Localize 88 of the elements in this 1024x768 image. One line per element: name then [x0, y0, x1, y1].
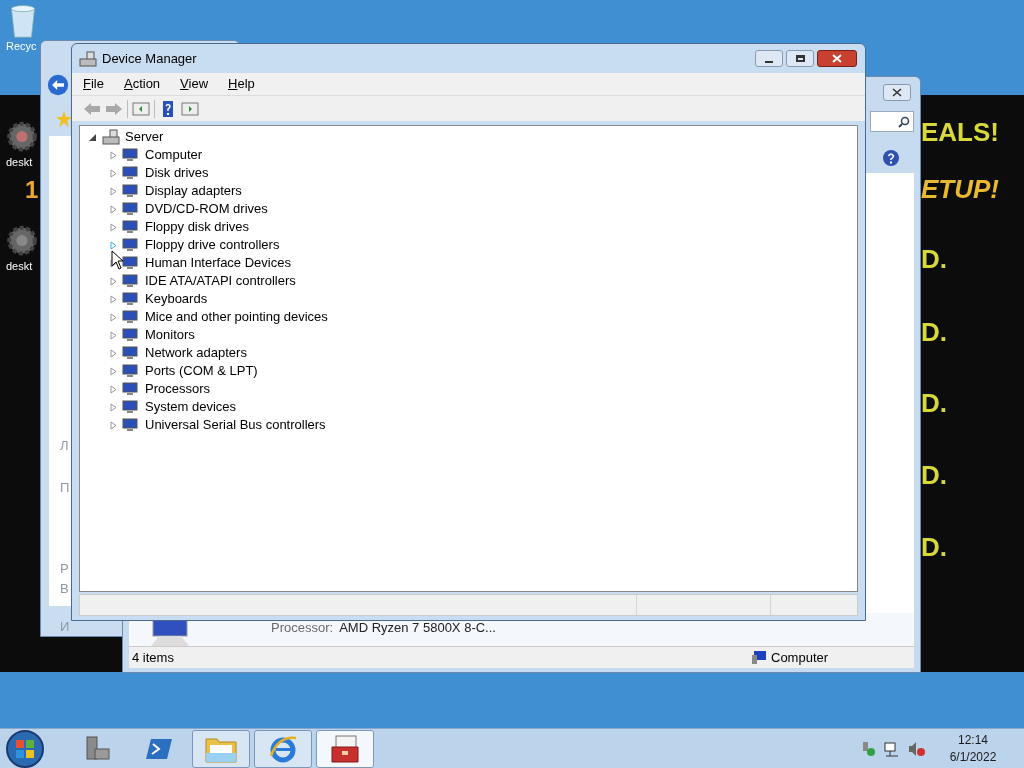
expand-arrow-icon[interactable]: [110, 258, 118, 268]
computer-icon: [149, 620, 191, 646]
toolbox-icon: [330, 734, 360, 763]
maximize-button[interactable]: [786, 50, 814, 67]
server-icon: [102, 129, 120, 145]
menu-item[interactable]: File: [83, 74, 104, 94]
page-text: П: [60, 479, 70, 497]
menu-item[interactable]: View: [180, 74, 209, 94]
tree-item[interactable]: Ports (COM & LPT): [145, 361, 258, 381]
device-icon: [122, 346, 138, 360]
wallpaper-text: EALS!: [921, 116, 999, 149]
wallpaper-text: 1: [25, 175, 39, 205]
device-icon: [122, 400, 138, 414]
tree-item[interactable]: Disk drives: [145, 163, 209, 183]
tree-item[interactable]: Computer: [145, 145, 203, 165]
wallpaper-text: D.: [921, 459, 947, 492]
tree-item[interactable]: Keyboards: [145, 289, 208, 309]
server-icon: [83, 734, 111, 763]
device-icon: [122, 274, 138, 288]
tree-item[interactable]: Universal Serial Bus controllers: [145, 415, 326, 435]
help-icon[interactable]: [882, 149, 900, 167]
page-text: Л: [60, 437, 69, 455]
mouse-pointer-icon: [111, 250, 124, 270]
close-icon: [832, 54, 842, 63]
tree-item[interactable]: Mice and other pointing devices: [145, 307, 328, 327]
device-icon: [122, 292, 138, 306]
tree-item[interactable]: Monitors: [145, 325, 195, 345]
close-icon: [892, 88, 902, 97]
star-icon[interactable]: [55, 110, 73, 128]
volume-muted-icon[interactable]: [908, 740, 926, 757]
clock-time[interactable]: 12:14: [958, 731, 988, 749]
collapse-arrow-icon[interactable]: [89, 132, 97, 142]
detail-label: Processor:: [271, 618, 334, 637]
device-icon: [122, 328, 138, 342]
wallpaper-text: D.: [921, 316, 947, 349]
taskbar-button[interactable]: [192, 729, 250, 768]
safely-remove-icon[interactable]: [860, 740, 876, 757]
window-title: Device Manager: [102, 49, 197, 68]
device-icon: [122, 148, 138, 162]
tree-item[interactable]: Floppy disk drives: [145, 217, 250, 237]
tree-item[interactable]: Server: [125, 127, 164, 147]
menu-item[interactable]: Action: [123, 74, 161, 94]
taskbar-button[interactable]: [316, 729, 374, 768]
tree-item[interactable]: System devices: [145, 397, 237, 417]
device-icon: [122, 166, 138, 180]
device-icon: [122, 238, 138, 252]
search-icon: [898, 115, 910, 128]
tree-item[interactable]: IDE ATA/ATAPI controllers: [145, 271, 296, 291]
device-icon: [122, 220, 138, 234]
detail-value: AMD Ryzen 7 5800X 8-C...: [339, 618, 496, 637]
desktop-icon-label[interactable]: deskt: [6, 154, 33, 171]
windows-logo-icon: [15, 738, 35, 759]
location-label: Computer: [771, 648, 829, 667]
device-icon: [122, 256, 138, 270]
tree-item[interactable]: Floppy drive controllers: [145, 235, 280, 255]
page-text: И: [60, 618, 70, 636]
wallpaper-text: ETUP!: [921, 173, 999, 206]
taskbar-button[interactable]: [254, 729, 312, 768]
tree-item[interactable]: Human Interface Devices: [145, 253, 291, 273]
back-button[interactable]: [47, 74, 69, 96]
start-button[interactable]: [6, 729, 44, 768]
item-count: 4 items: [132, 648, 175, 667]
clock-date[interactable]: 6/1/2022: [949, 748, 997, 766]
desktop-icon-label[interactable]: deskt: [6, 258, 33, 275]
network-icon[interactable]: [884, 740, 900, 757]
tree-item[interactable]: Display adapters: [145, 181, 242, 201]
wallpaper-text: D.: [921, 243, 947, 276]
terminal-icon: [145, 736, 173, 761]
device-icon: [122, 418, 138, 432]
device-icon: [122, 382, 138, 396]
device-icon: [122, 184, 138, 198]
wallpaper-text: D.: [921, 387, 947, 420]
menu-item[interactable]: Help: [228, 74, 255, 94]
device-icon: [122, 202, 138, 216]
search-field[interactable]: [870, 111, 914, 132]
device-icon: [122, 310, 138, 324]
device-manager-icon: [79, 50, 97, 67]
close-button[interactable]: [817, 50, 857, 67]
tree-item[interactable]: Processors: [145, 379, 211, 399]
page-text: В: [60, 580, 69, 598]
tree-item[interactable]: Network adapters: [145, 343, 247, 363]
wallpaper-text: D.: [921, 531, 947, 564]
page-text: Р: [60, 560, 69, 578]
tree-item[interactable]: DVD/CD-ROM drives: [145, 199, 268, 219]
close-button[interactable]: [883, 84, 911, 101]
minimize-button[interactable]: [755, 50, 783, 67]
computer-icon: [752, 651, 766, 664]
device-icon: [122, 364, 138, 378]
